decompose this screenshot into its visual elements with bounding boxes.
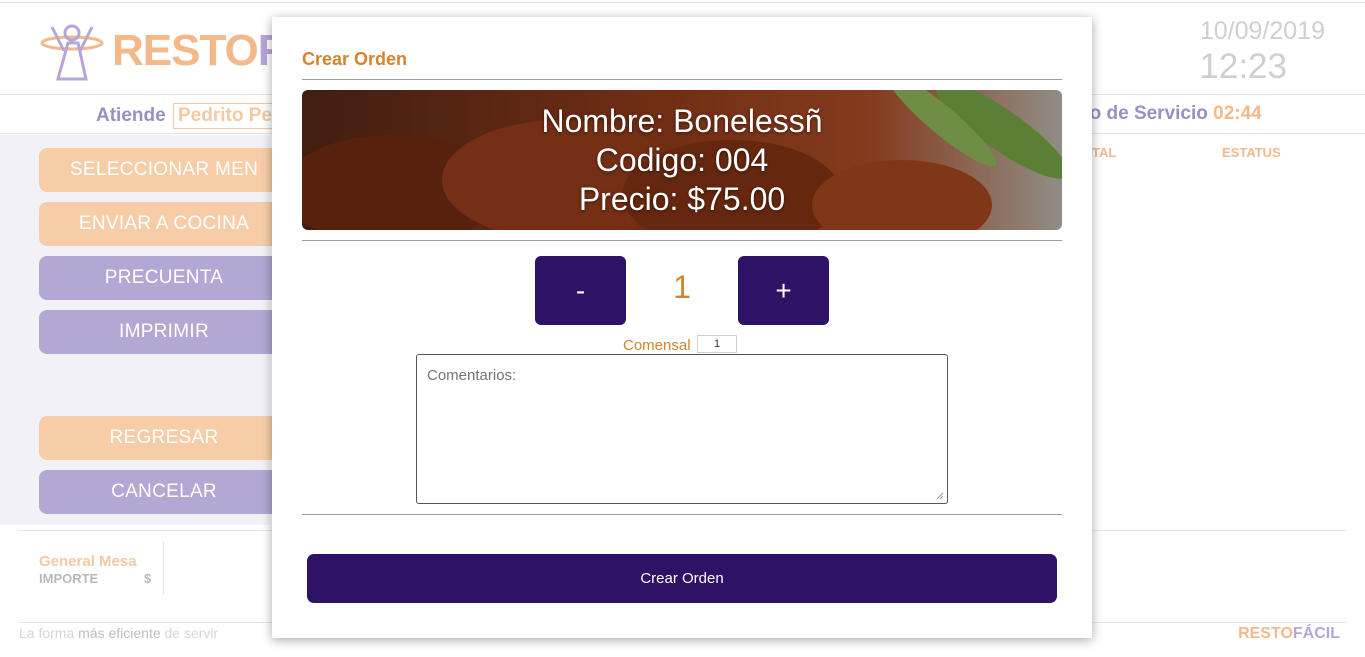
select-menu-button[interactable]: SELECCIONAR MEN — [39, 148, 289, 192]
service-time-label: po de Servicio — [1078, 103, 1208, 124]
current-time: 12:23 — [1199, 47, 1287, 86]
decrease-quantity-button[interactable]: - — [535, 256, 626, 325]
summary-currency: $ — [144, 571, 152, 586]
create-order-modal: Crear Orden Nombre: Bonelessñ Codigo: 00… — [272, 17, 1092, 638]
product-banner: Nombre: Bonelessñ Codigo: 004 Precio: $7… — [302, 90, 1062, 230]
service-time-field: po de Servicio 02:44 — [1078, 103, 1262, 125]
pre-bill-button[interactable]: PRECUENTA — [39, 256, 289, 300]
print-button[interactable]: IMPRIMIR — [39, 310, 289, 354]
service-time-value: 02:44 — [1213, 103, 1262, 124]
product-price: Precio: $75.00 — [578, 181, 786, 217]
summary-title: General Mesa — [39, 553, 137, 570]
column-header-status: ESTATUS — [1222, 145, 1281, 160]
product-name: Nombre: Bonelessñ — [541, 103, 823, 139]
product-details: Nombre: Bonelessñ Codigo: 004 Precio: $7… — [302, 102, 1062, 219]
cancel-button[interactable]: CANCELAR — [39, 470, 289, 514]
resize-grip-icon[interactable] — [936, 492, 944, 500]
column-header-total: TAL — [1092, 145, 1117, 160]
attends-label: Atiende — [96, 105, 166, 126]
attends-field: Atiende Pedrito Pe — [96, 103, 277, 129]
send-to-kitchen-button[interactable]: ENVIAR A COCINA — [39, 202, 289, 246]
modal-title-divider — [302, 79, 1062, 80]
comments-divider — [302, 514, 1062, 515]
footer-logo: RESTOFÁCIL — [1238, 625, 1340, 642]
current-date: 10/09/2019 — [1199, 17, 1325, 45]
summary-vertical-divider — [163, 541, 164, 595]
increase-quantity-button[interactable]: + — [738, 256, 829, 325]
product-code: Codigo: 004 — [595, 142, 769, 178]
chef-logo-icon — [40, 24, 104, 81]
comments-textarea[interactable] — [416, 354, 948, 504]
comensal-input[interactable]: 1 — [697, 335, 737, 353]
modal-title: Crear Orden — [302, 49, 408, 69]
footer-tagline: La forma más eficiente de servir — [19, 625, 219, 641]
banner-divider — [302, 240, 1062, 241]
summary-importe-label: IMPORTE — [39, 571, 99, 586]
back-button[interactable]: REGRESAR — [39, 416, 289, 460]
create-order-button[interactable]: Crear Orden — [307, 554, 1057, 603]
comensal-label: Comensal — [623, 337, 691, 354]
waiter-name: Pedrito Pe — [172, 103, 277, 129]
quantity-value: 1 — [673, 269, 691, 305]
